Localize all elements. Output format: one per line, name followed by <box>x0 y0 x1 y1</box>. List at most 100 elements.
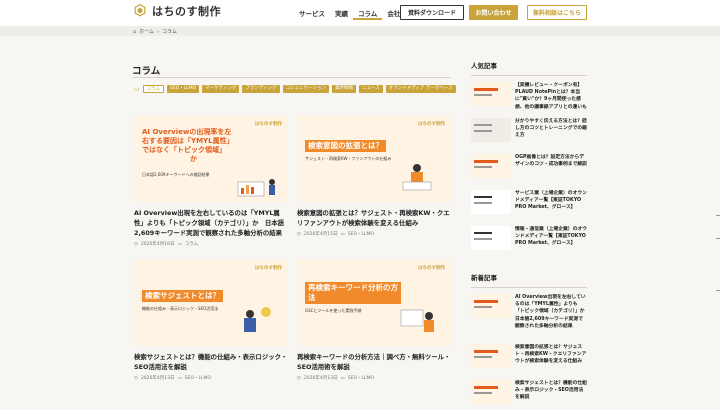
popular-article-item[interactable]: 分かりやすく伝える方法とは？話し方のコツとトレーニングでの鍛え方 <box>471 118 587 148</box>
thumb-title-line: か <box>190 155 197 163</box>
article-card[interactable]: はちのす制作 AI Overviewの出現率を左 右する要因は「YMYL属性」 … <box>134 116 288 247</box>
page-title: コラム <box>132 66 161 77</box>
new-articles-heading: 新着記事 <box>471 272 587 288</box>
article-card[interactable]: はちのす制作 検索意図の拡張とは？ サジェスト・再検索KW・ファンアウトの仕組み… <box>297 116 451 237</box>
contact-button[interactable]: お問い合わせ <box>469 5 518 20</box>
download-button[interactable]: 資料ダウンロード <box>400 5 464 20</box>
article-thumbnail[interactable]: はちのす制作 AI Overviewの出現率を左 右する要因は「YMYL属性」 … <box>134 116 288 202</box>
article-thumbnail[interactable]: はちのす制作 検索サジェストとは？ 機能の仕組み・表示ロジック・SEO活用法 <box>134 260 288 346</box>
article-thumbnail[interactable] <box>471 226 511 250</box>
tag-news[interactable]: ニュース <box>358 85 383 93</box>
popular-article-title[interactable]: 情報・通信業（上場企業）のオウンドメディア一覧【東証TOKYO PRO Mark… <box>515 226 587 255</box>
breadcrumb-current: コラム <box>162 29 177 35</box>
nav-item-works[interactable]: 実績 <box>330 8 353 20</box>
new-article-item[interactable]: AI Overview出現を左右しているのは「YMYL属性」よりも「トピック領域… <box>471 294 587 338</box>
tag-column[interactable]: コラム <box>142 85 165 93</box>
popular-article-item[interactable]: OGP画像とは？設定方法からデザインのコツ・成功事例まで解説 <box>471 154 587 184</box>
folder-icon: ▭ <box>177 241 182 247</box>
popular-article-item[interactable]: 情報・通信業（上場企業）のオウンドメディア一覧【東証TOKYO PRO Mark… <box>471 226 587 256</box>
thumb-logo: はちのす制作 <box>255 266 282 271</box>
clock-icon: ◷ <box>134 375 138 381</box>
new-article-title[interactable]: 検索意図の拡張とは？サジェスト・再検索KW・クエリファンアウトが検索体験を変える… <box>515 344 587 373</box>
illustration-icon <box>400 309 434 332</box>
article-title[interactable]: 検索サジェストとは？機能の仕組み・表示ロジック・SEO活用法を解説 <box>134 352 288 372</box>
article-thumbnail[interactable] <box>471 154 511 178</box>
popular-article-title[interactable]: サービス業（上場企業）のオウンドメディア一覧【東証TOKYO PRO Marke… <box>515 190 587 219</box>
sidebar: 人気記事 【実機レビュー・クーポン有】PLAUD NotePinとは？本当に"買… <box>471 60 587 410</box>
new-article-item[interactable]: 検索意図の拡張とは？サジェスト・再検索KW・クエリファンアウトが検索体験を変える… <box>471 344 587 374</box>
article-thumbnail[interactable] <box>471 118 511 142</box>
article-title[interactable]: 再検索キーワードの分析方法｜調べ方・無料ツール・SEO活用術を解説 <box>297 352 451 372</box>
breadcrumb-separator: › <box>157 28 160 35</box>
thumb-subtitle: 日本語2,609キーワードへの検証結果 <box>142 172 210 177</box>
popular-article-title[interactable]: 【実機レビュー・クーポン有】PLAUD NotePinとは？本当に"買い"か？9… <box>515 82 587 111</box>
clock-icon: ◷ <box>297 231 301 237</box>
breadcrumb-bar <box>0 26 720 36</box>
article-date: 2026年4月16日 <box>140 242 175 247</box>
tag-seo[interactable]: SEO・LLMO <box>167 85 200 93</box>
thumb-logo: はちのす制作 <box>418 266 445 271</box>
thumb-title-line: 法 <box>308 293 316 302</box>
tag-owned-media[interactable]: オウンドメディア データベース <box>385 85 456 93</box>
popular-article-item[interactable]: 【実機レビュー・クーポン有】PLAUD NotePinとは？本当に"買い"か？9… <box>471 82 587 112</box>
title-divider <box>132 77 451 78</box>
new-article-item[interactable]: 検索サジェストとは？機能の仕組み・表示ロジック・SEO活用法を解説 <box>471 380 587 410</box>
article-card[interactable]: はちのす制作 再検索キーワード分析の方 法 GSCとツールを使った実践手順 再検… <box>297 260 451 381</box>
honeycomb-logo-icon <box>134 3 146 17</box>
popular-articles-heading: 人気記事 <box>471 60 587 76</box>
thumb-subtitle: GSCとツールを使った実践手順 <box>305 308 362 313</box>
article-category[interactable]: SEO・LLMO <box>348 375 374 381</box>
article-thumbnail[interactable]: はちのす制作 再検索キーワード分析の方 法 GSCとツールを使った実践手順 <box>297 260 451 346</box>
illustration-icon <box>237 179 275 197</box>
article-card[interactable]: はちのす制作 検索サジェストとは？ 機能の仕組み・表示ロジック・SEO活用法 検… <box>134 260 288 381</box>
folder-icon: ▭ <box>134 85 140 93</box>
popular-article-title[interactable]: 分かりやすく伝える方法とは？話し方のコツとトレーニングでの鍛え方 <box>515 118 587 147</box>
new-article-title[interactable]: 検索サジェストとは？機能の仕組み・表示ロジック・SEO活用法を解説 <box>515 380 587 409</box>
scroll-marker[interactable] <box>716 290 720 291</box>
article-category[interactable]: SEO・LLMO <box>348 231 374 237</box>
popular-article-item[interactable]: サービス業（上場企業）のオウンドメディア一覧【東証TOKYO PRO Marke… <box>471 190 587 220</box>
folder-icon: ▭ <box>177 375 182 381</box>
logo-text: はちのす制作 <box>152 5 221 18</box>
article-thumbnail[interactable] <box>471 190 511 214</box>
thumb-title-line: 再検索キーワード分析の方 <box>308 283 398 292</box>
article-thumbnail[interactable] <box>471 380 511 404</box>
folder-icon: ▭ <box>340 375 345 381</box>
article-category[interactable]: コラム <box>185 241 198 247</box>
article-date: 2026年4月13日 <box>303 376 338 381</box>
illustration-icon <box>402 164 432 191</box>
site-logo[interactable]: はちのす制作 <box>132 3 221 19</box>
new-article-title[interactable]: AI Overview出現を左右しているのは「YMYL属性」よりも「トピック領域… <box>515 294 587 338</box>
article-thumbnail[interactable] <box>471 294 511 318</box>
article-date: 2026年4月15日 <box>303 232 338 237</box>
thumb-title-line: AI Overviewの出現率を左 <box>142 128 232 136</box>
article-title[interactable]: AI Overview出現を左右しているのは「YMYL属性」よりも「トピック領域… <box>134 208 288 238</box>
article-thumbnail[interactable] <box>471 344 511 368</box>
article-thumbnail[interactable] <box>471 82 511 106</box>
breadcrumb-home[interactable]: ホーム <box>139 28 154 35</box>
article-meta: ◷ 2026年4月13日 ▭ SEO・LLMO <box>297 375 451 382</box>
article-title[interactable]: 検索意図の拡張とは？サジェスト・再検索KW・クエリファンアウトが検索体験を変える… <box>297 208 451 228</box>
tag-branding[interactable]: ブランディング <box>242 85 280 93</box>
thumb-logo: はちのす制作 <box>418 122 445 127</box>
thumb-title: 再検索キーワード分析の方 法 <box>305 282 401 304</box>
category-tags: ▭ コラム SEO・LLMO マーケティング ブランディング コミュニケーション… <box>134 85 456 93</box>
site-header: はちのす制作 サービス 実績 コラム 会社情報 資料ダウンロード お問い合わせ … <box>0 0 720 26</box>
article-thumbnail[interactable]: はちのす制作 検索意図の拡張とは？ サジェスト・再検索KW・ファンアウトの仕組み <box>297 116 451 202</box>
popular-article-title[interactable]: OGP画像とは？設定方法からデザインのコツ・成功事例まで解説 <box>515 154 587 183</box>
article-meta: ◷ 2026年4月16日 ▭ コラム <box>134 241 288 248</box>
nav-item-services[interactable]: サービス <box>294 8 330 20</box>
scroll-marker[interactable] <box>716 215 720 216</box>
thumb-title-line: 右する要因は「YMYL属性」 <box>142 137 234 145</box>
article-category[interactable]: SEO・LLMO <box>185 375 211 381</box>
clock-icon: ◷ <box>134 241 138 247</box>
tag-communication[interactable]: コミュニケーション <box>282 85 329 93</box>
tag-industry[interactable]: 業界情報 <box>331 85 356 93</box>
consult-button[interactable]: 無料相談はこちら <box>527 5 587 20</box>
nav-item-column[interactable]: コラム <box>353 8 383 20</box>
breadcrumb: ⌂ ホーム › コラム <box>133 28 177 36</box>
thumb-title: AI Overviewの出現率を左 右する要因は「YMYL属性」 ではなく「トピ… <box>142 128 234 164</box>
tag-marketing[interactable]: マーケティング <box>202 85 240 93</box>
article-meta: ◷ 2026年4月13日 ▭ SEO・LLMO <box>134 375 288 382</box>
scroll-marker[interactable] <box>716 238 720 239</box>
